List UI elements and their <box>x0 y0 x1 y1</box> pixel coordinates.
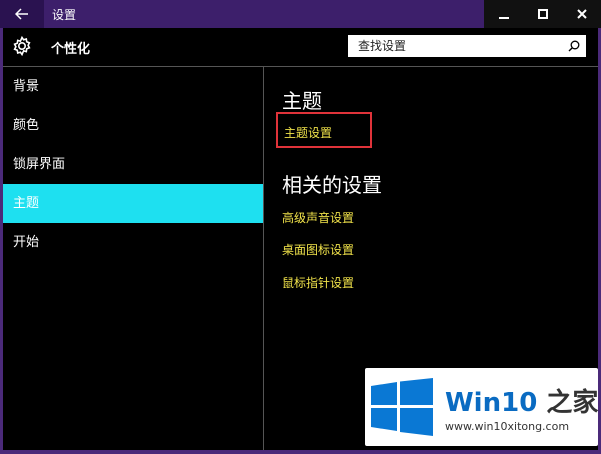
minimize-button[interactable] <box>484 0 523 28</box>
watermark-brand-suffix: 之家 <box>546 388 599 418</box>
watermark-url: www.win10xitong.com <box>445 420 570 433</box>
sidebar-item-themes[interactable]: 主题 <box>3 184 263 223</box>
maximize-button[interactable] <box>523 0 562 28</box>
mouse-pointer-settings-link[interactable]: 鼠标指针设置 <box>282 274 354 291</box>
sidebar-item-colors[interactable]: 颜色 <box>3 106 263 145</box>
back-arrow-icon <box>14 5 29 24</box>
pane-divider <box>263 66 264 450</box>
gear-icon <box>11 35 33 57</box>
sidebar-item-background[interactable]: 背景 <box>3 67 263 106</box>
close-button[interactable] <box>562 0 601 28</box>
watermark: Win10 之家 www.win10xitong.com <box>365 368 598 446</box>
minimize-icon <box>498 9 509 19</box>
page-title: 个性化 <box>51 42 91 57</box>
sidebar-item-lock-screen[interactable]: 锁屏界面 <box>3 145 263 184</box>
theme-settings-link[interactable]: 主题设置 <box>284 124 332 141</box>
sidebar: 背景 颜色 锁屏界面 主题 开始 <box>3 67 263 262</box>
search-icon[interactable] <box>564 37 584 55</box>
back-button[interactable] <box>0 0 44 28</box>
windows-logo-icon <box>371 378 433 436</box>
desktop-icon-settings-link[interactable]: 桌面图标设置 <box>282 241 354 258</box>
search-box <box>348 35 586 57</box>
themes-heading: 主题 <box>282 89 322 113</box>
maximize-icon <box>537 9 548 19</box>
watermark-brand: Win10 之家 <box>445 382 598 419</box>
sidebar-item-start[interactable]: 开始 <box>3 223 263 262</box>
title-bar: 设置 <box>0 0 601 28</box>
close-icon <box>576 9 587 19</box>
advanced-sound-settings-link[interactable]: 高级声音设置 <box>282 209 354 226</box>
highlight-box: 主题设置 <box>276 112 372 148</box>
related-settings-heading: 相关的设置 <box>282 173 382 197</box>
window-title: 设置 <box>52 8 77 22</box>
search-input[interactable] <box>350 37 564 55</box>
watermark-brand-name: Win10 <box>445 388 538 418</box>
window-controls <box>484 0 601 28</box>
page-header: 个性化 <box>3 28 598 66</box>
